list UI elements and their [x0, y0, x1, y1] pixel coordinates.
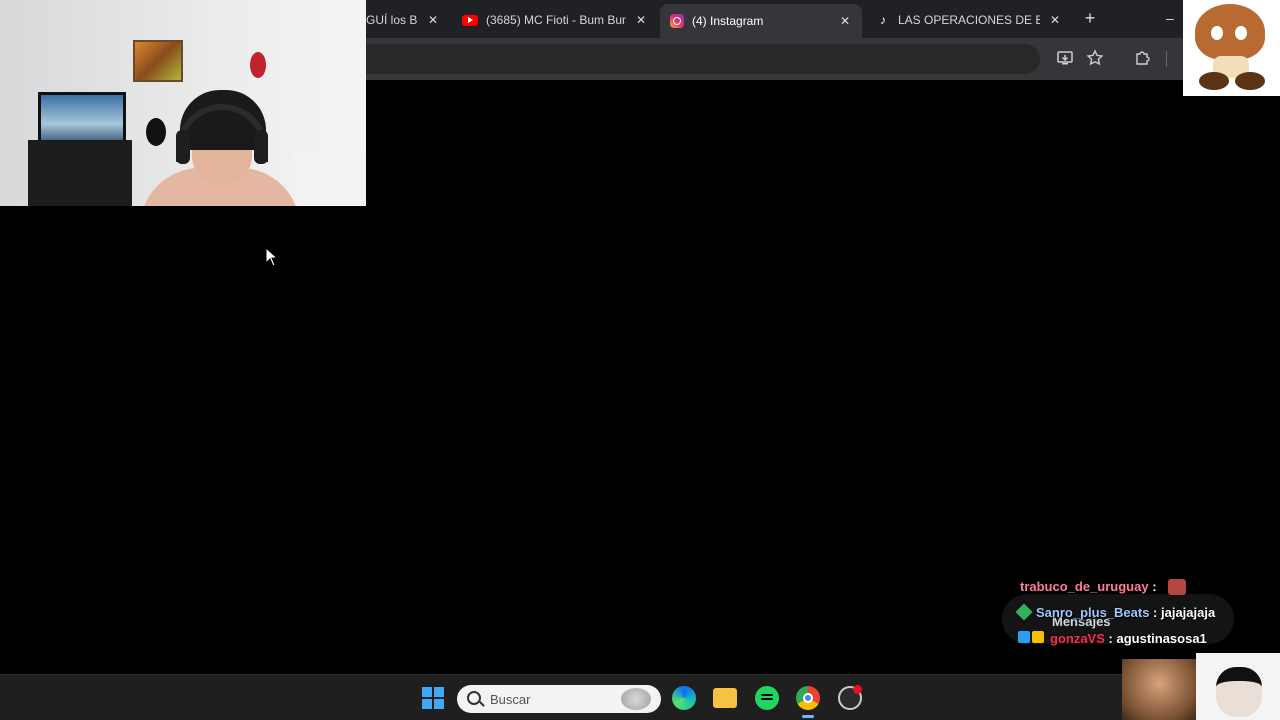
- search-placeholder: Buscar: [490, 692, 531, 707]
- edge-icon[interactable]: [672, 686, 696, 710]
- webcam-headset-earcup: [254, 130, 268, 164]
- minimize-button[interactable]: –: [1166, 8, 1180, 28]
- chat-username: Sanro_plus_Beats: [1036, 605, 1150, 620]
- webcam-painting: [133, 40, 183, 82]
- chat-username: trabuco_de_uruguay: [1020, 579, 1149, 594]
- goomba-foot: [1235, 72, 1265, 90]
- chat-emote-icon: [1168, 579, 1186, 595]
- chat-separator: :: [1104, 631, 1113, 646]
- tab-4[interactable]: ♪ LAS OPERACIONES DE BRU ✕: [866, 6, 1072, 34]
- overlay-image-2-face: [1216, 667, 1262, 717]
- spotify-icon[interactable]: [755, 686, 779, 710]
- webcam-red-cap: [250, 52, 266, 78]
- tab-title: (4) Instagram: [692, 14, 764, 28]
- webcam-tv: [38, 92, 126, 146]
- crown-badge-icon: [1032, 631, 1044, 643]
- chat-separator: :: [1148, 579, 1157, 594]
- overlay-image-2: [1196, 653, 1280, 720]
- close-tab-icon[interactable]: ✕: [1048, 13, 1062, 27]
- windows-start-icon[interactable]: [422, 687, 444, 709]
- tab-title: LAS OPERACIONES DE BRU: [898, 13, 1040, 27]
- tab-title: GUÍ los BR: [366, 13, 418, 27]
- chat-username: gonzaVS: [1050, 631, 1105, 646]
- address-bar[interactable]: [300, 44, 1040, 74]
- webcam-overlay: [0, 0, 366, 206]
- webcam-hat: [146, 118, 166, 146]
- recording-dot-icon: [853, 685, 862, 694]
- instagram-icon: [670, 14, 684, 28]
- close-tab-icon[interactable]: ✕: [426, 13, 440, 27]
- webcam-bed: [290, 150, 366, 206]
- install-app-icon[interactable]: [1055, 49, 1075, 69]
- file-explorer-icon[interactable]: [713, 688, 737, 708]
- tab-title: (3685) MC Fioti - Bum Bum: [486, 13, 626, 27]
- chat-message: gonzaVS : agustinasosa1: [1050, 631, 1207, 646]
- chat-message: trabuco_de_uruguay :: [1020, 579, 1157, 594]
- chat-message: Sanro_plus_Beats : jajajajaja: [1036, 605, 1215, 620]
- close-tab-icon[interactable]: ✕: [634, 13, 648, 27]
- goomba-eye: [1211, 26, 1223, 40]
- mouse-cursor-icon: [265, 247, 279, 267]
- webcam-headset-earcup: [176, 130, 190, 164]
- goomba-foot: [1199, 72, 1229, 90]
- windows-taskbar: Buscar: [0, 674, 1280, 720]
- search-highlight-image: [621, 688, 651, 710]
- webcam-dresser: [28, 140, 132, 206]
- tab-3-active[interactable]: (4) Instagram ✕: [660, 4, 862, 38]
- goomba-eye: [1235, 26, 1247, 40]
- goomba-image: [1183, 0, 1280, 96]
- search-icon: [467, 691, 481, 705]
- chat-badges: [1018, 631, 1046, 643]
- tab-1[interactable]: GUÍ los BR ✕: [356, 6, 450, 34]
- chrome-icon[interactable]: [796, 686, 820, 710]
- tiktok-icon: ♪: [880, 13, 886, 27]
- taskbar-search-box[interactable]: Buscar: [457, 685, 661, 713]
- extensions-puzzle-icon[interactable]: [1132, 49, 1152, 69]
- overlay-image-1: [1122, 659, 1196, 720]
- chat-text: jajajajaja: [1157, 605, 1216, 620]
- chat-text: agustinasosa1: [1112, 631, 1207, 646]
- prime-badge-icon: [1018, 631, 1030, 643]
- goomba-head: [1195, 4, 1265, 60]
- tab-2[interactable]: (3685) MC Fioti - Bum Bum ✕: [452, 6, 658, 34]
- youtube-icon: [462, 14, 478, 26]
- toolbar-separator: [1166, 51, 1167, 67]
- new-tab-button[interactable]: +: [1080, 8, 1100, 28]
- close-tab-icon[interactable]: ✕: [838, 14, 852, 28]
- chrome-active-indicator: [802, 715, 814, 718]
- bookmark-star-icon[interactable]: [1085, 49, 1105, 69]
